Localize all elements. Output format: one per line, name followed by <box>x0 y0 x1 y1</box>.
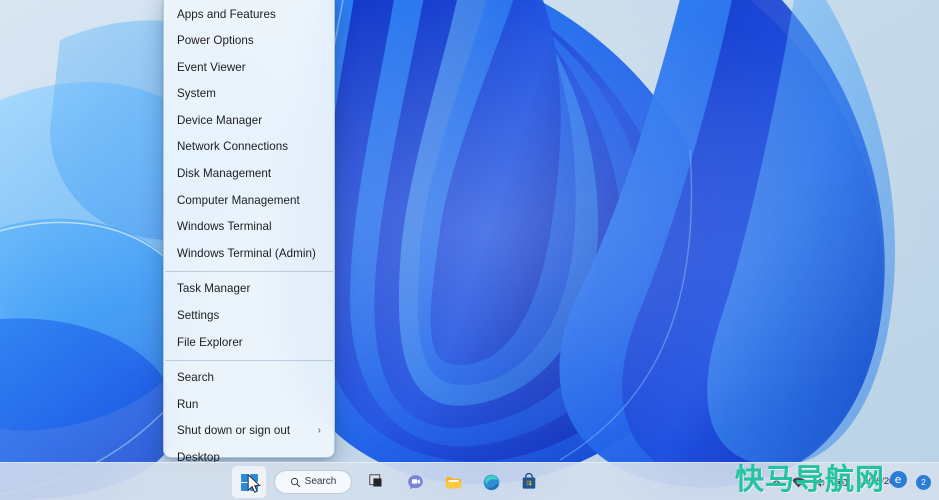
menu-item-system[interactable]: System <box>164 81 334 108</box>
menu-item-label: Disk Management <box>177 168 271 180</box>
menu-item-label: File Explorer <box>177 337 243 349</box>
volume-icon[interactable] <box>813 475 828 490</box>
menu-item-computer-management[interactable]: Computer Management <box>164 187 334 214</box>
store-button[interactable] <box>512 466 546 498</box>
menu-item-label: Network Connections <box>177 141 288 153</box>
win-x-context-menu[interactable]: Apps and Features Power Options Event Vi… <box>163 0 335 458</box>
search-placeholder: Search <box>305 477 337 487</box>
menu-item-apps-and-features[interactable]: Apps and Features <box>164 1 334 28</box>
menu-item-label: Windows Terminal <box>177 221 272 233</box>
wallpaper-bloom-artwork <box>0 0 939 500</box>
menu-item-windows-terminal-admin[interactable]: Windows Terminal (Admin) <box>164 240 334 267</box>
edge-button[interactable] <box>474 466 508 498</box>
menu-item-run[interactable]: Run <box>164 391 334 418</box>
menu-group-system: Apps and Features Power Options Event Vi… <box>164 1 334 267</box>
battery-icon[interactable] <box>835 475 850 490</box>
menu-item-label: Power Options <box>177 35 254 47</box>
menu-item-device-manager[interactable]: Device Manager <box>164 107 334 134</box>
menu-item-power-options[interactable]: Power Options <box>164 28 334 55</box>
chevron-right-icon: › <box>318 426 324 436</box>
search-icon <box>290 477 301 488</box>
folder-icon <box>444 473 463 492</box>
file-explorer-button[interactable] <box>436 466 470 498</box>
menu-item-label: Task Manager <box>177 283 250 295</box>
task-view-button[interactable] <box>360 466 394 498</box>
task-view-icon <box>368 473 386 491</box>
chat-button[interactable] <box>398 466 432 498</box>
menu-item-file-explorer[interactable]: File Explorer <box>164 329 334 356</box>
menu-item-label: Search <box>177 372 214 384</box>
menu-item-label: System <box>177 88 216 100</box>
menu-item-label: Event Viewer <box>177 62 246 74</box>
menu-item-settings[interactable]: Settings <box>164 303 334 330</box>
taskbar-center-group: Search <box>232 463 546 500</box>
menu-item-shut-down-or-sign-out[interactable]: Shut down or sign out › <box>164 418 334 445</box>
clock-date: 12/26/2022 <box>857 476 905 487</box>
taskbar[interactable]: Search <box>0 462 939 500</box>
chat-teams-icon <box>406 473 425 492</box>
network-icon[interactable] <box>791 475 806 490</box>
menu-item-label: Apps and Features <box>177 9 276 21</box>
menu-item-label: Windows Terminal (Admin) <box>177 248 316 260</box>
menu-item-search[interactable]: Search <box>164 365 334 392</box>
menu-item-label: Computer Management <box>177 195 300 207</box>
system-tray[interactable]: 12/26/2022 2 <box>769 463 931 500</box>
menu-separator <box>165 360 333 361</box>
desktop-wallpaper <box>0 0 939 500</box>
menu-group-tools: Task Manager Settings File Explorer <box>164 276 334 356</box>
menu-item-label: Shut down or sign out <box>177 425 290 437</box>
chevron-up-icon[interactable] <box>769 475 784 490</box>
clock[interactable]: 12/26/2022 <box>857 476 907 487</box>
menu-separator <box>165 271 333 272</box>
search-input[interactable]: Search <box>274 470 352 494</box>
store-bag-icon <box>520 473 538 491</box>
menu-item-event-viewer[interactable]: Event Viewer <box>164 54 334 81</box>
mouse-pointer <box>247 474 261 494</box>
menu-item-disk-management[interactable]: Disk Management <box>164 161 334 188</box>
menu-item-windows-terminal[interactable]: Windows Terminal <box>164 214 334 241</box>
menu-item-label: Run <box>177 399 198 411</box>
edge-icon <box>482 473 501 492</box>
menu-item-network-connections[interactable]: Network Connections <box>164 134 334 161</box>
notification-badge[interactable]: 2 <box>916 475 931 490</box>
menu-item-label: Settings <box>177 310 219 322</box>
menu-group-session: Search Run Shut down or sign out › Deskt… <box>164 365 334 471</box>
menu-item-task-manager[interactable]: Task Manager <box>164 276 334 303</box>
menu-item-label: Device Manager <box>177 115 262 127</box>
